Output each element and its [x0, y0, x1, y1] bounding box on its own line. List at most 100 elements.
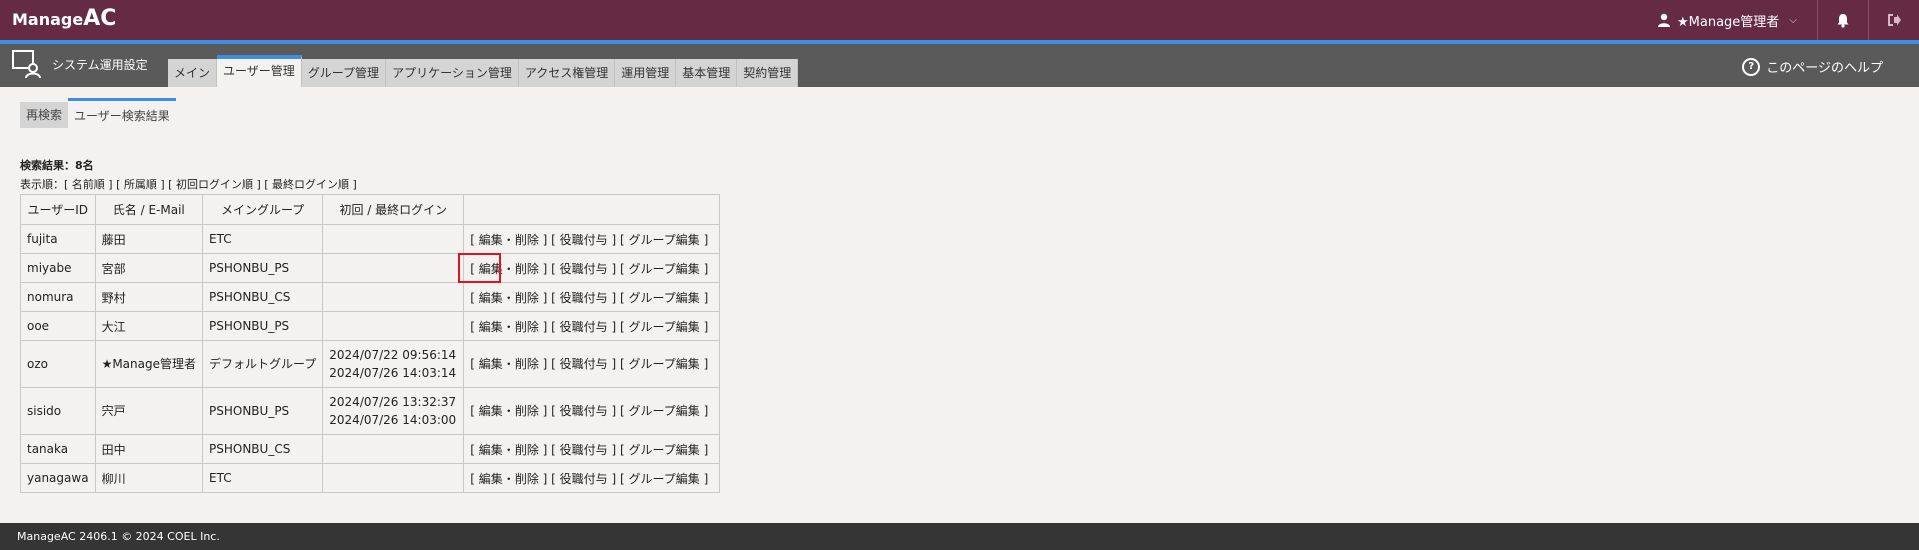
assign-role-link[interactable]: [ 役職付与 ] [551, 320, 616, 334]
tab-group-management[interactable]: グループ管理 [301, 59, 387, 87]
user-name: ★Manage管理者 [1677, 14, 1780, 30]
edit-link[interactable]: 編集 [479, 233, 503, 247]
edit-link[interactable]: 編集 [479, 357, 503, 371]
cell-main-group: PSHONBU_PS [201, 387, 324, 435]
last-login: 2024/07/26 14:03:14 [329, 366, 457, 380]
cell-actions: [ 編集・削除 ] [ 役職付与 ] [ グループ編集 ] [463, 224, 721, 254]
cell-user-id: ozo [20, 340, 96, 388]
edit-group-link[interactable]: [ グループ編集 ] [620, 472, 708, 486]
chevron-down-icon: ⌵ [1789, 14, 1797, 26]
edit-group-link[interactable]: [ グループ編集 ] [620, 357, 708, 371]
section-bar: システム運用設定 メイン ユーザー管理 グループ管理 アプリケーション管理 アク… [0, 44, 1919, 87]
tab-contract-management[interactable]: 契約管理 [737, 59, 799, 87]
bracket-open: [ [470, 261, 479, 276]
assign-role-link[interactable]: [ 役職付与 ] [551, 357, 616, 371]
assign-role-link[interactable]: [ 役職付与 ] [551, 404, 616, 418]
notification-button[interactable] [1818, 0, 1868, 40]
brand-logo[interactable]: ManageAC [12, 6, 116, 31]
cell-actions: [ 編集・削除 ] [ 役職付与 ] [ グループ編集 ] [463, 311, 721, 341]
table-row: tanaka 田中 PSHONBU_CS [ 編集・削除 ] [ 役職付与 ] [ グ… [20, 434, 721, 464]
sort-by-first-login-link[interactable]: [ 初回ログイン順 ] [168, 178, 261, 191]
edit-link[interactable]: 編集 [479, 472, 503, 486]
top-bar: ManageAC ★Manage管理者 ⌵ [0, 0, 1919, 40]
bracket-open: [ [470, 319, 479, 334]
bracket-close: ] [538, 319, 548, 334]
column-header-name-email: 氏名 / E-Mail [94, 194, 204, 225]
delete-link[interactable]: 削除 [515, 404, 539, 418]
cell-main-group: ETC [201, 224, 324, 254]
tab-main[interactable]: メイン [168, 59, 218, 87]
help-label: このページのヘルプ [1766, 61, 1883, 76]
assign-role-link[interactable]: [ 役職付与 ] [551, 262, 616, 276]
cell-name: 宮部 [94, 253, 204, 283]
tab-basic-management[interactable]: 基本管理 [676, 59, 738, 87]
tab-application-management[interactable]: アプリケーション管理 [386, 59, 519, 87]
cell-user-id: tanaka [20, 434, 96, 464]
main-tabs: メイン ユーザー管理 グループ管理 アプリケーション管理 アクセス権管理 運用管… [168, 55, 799, 87]
delete-link[interactable]: 削除 [515, 443, 539, 457]
cell-name: 大江 [94, 311, 204, 341]
table-row: nomura 野村 PSHONBU_CS [ 編集・削除 ] [ 役職付与 ] [ グ… [20, 282, 721, 312]
cell-main-group: PSHONBU_PS [201, 311, 324, 341]
table-header-row: ユーザーID 氏名 / E-Mail メイングループ 初回 / 最終ログイン [20, 194, 721, 225]
tab-search-results[interactable]: ユーザー検索結果 [68, 98, 176, 131]
edit-link[interactable]: 編集 [479, 291, 503, 305]
assign-role-link[interactable]: [ 役職付与 ] [551, 443, 616, 457]
table-row: ooe 大江 PSHONBU_PS [ 編集・削除 ] [ 役職付与 ] [ グループ… [20, 311, 721, 341]
logout-button[interactable] [1869, 0, 1919, 40]
separator-dot: ・ [502, 261, 515, 276]
edit-link[interactable]: 編集 [479, 404, 503, 418]
sort-by-group-link[interactable]: [ 所属順 ] [116, 178, 165, 191]
bracket-open: [ [470, 404, 479, 418]
edit-group-link[interactable]: [ グループ編集 ] [620, 404, 708, 418]
help-link[interactable]: ? このページのヘルプ [1742, 57, 1883, 76]
cell-user-id: miyabe [20, 253, 96, 283]
separator-dot: ・ [502, 404, 515, 418]
column-header-main-group: メイングループ [201, 194, 324, 225]
tab-research[interactable]: 再検索 [20, 102, 69, 128]
column-header-login: 初回 / 最終ログイン [322, 194, 465, 225]
assign-role-link[interactable]: [ 役職付与 ] [551, 233, 616, 247]
brand-text-manage: Manage [12, 10, 84, 29]
edit-link[interactable]: 編集 [479, 320, 503, 334]
sort-by-name-link[interactable]: [ 名前順 ] [64, 178, 113, 191]
bracket-close: ] [538, 261, 548, 276]
first-login: 2024/07/26 13:32:37 [329, 395, 457, 409]
cell-actions: [ 編集・削除 ] [ 役職付与 ] [ グループ編集 ] [463, 463, 721, 493]
delete-link[interactable]: 削除 [515, 472, 539, 486]
cell-main-group: ETC [201, 463, 324, 493]
column-header-actions [463, 194, 721, 225]
tab-user-management[interactable]: ユーザー管理 [217, 55, 302, 87]
tab-operation-management[interactable]: 運用管理 [615, 59, 677, 87]
edit-link[interactable]: 編集 [479, 262, 503, 276]
cell-name: 野村 [94, 282, 204, 312]
bracket-close: ] [538, 404, 548, 418]
sort-by-last-login-link[interactable]: [ 最終ログイン順 ] [264, 178, 357, 191]
assign-role-link[interactable]: [ 役職付与 ] [551, 472, 616, 486]
cell-user-id: sisido [20, 387, 96, 435]
delete-link[interactable]: 削除 [515, 262, 539, 276]
delete-link[interactable]: 削除 [515, 320, 539, 334]
edit-group-link[interactable]: [ グループ編集 ] [620, 262, 708, 276]
separator-dot: ・ [502, 357, 515, 371]
edit-group-link[interactable]: [ グループ編集 ] [620, 443, 708, 457]
delete-link[interactable]: 削除 [515, 233, 539, 247]
delete-link[interactable]: 削除 [515, 291, 539, 305]
cell-login [322, 253, 465, 283]
brand-text-ac: AC [83, 6, 117, 31]
assign-role-link[interactable]: [ 役職付与 ] [551, 291, 616, 305]
bracket-open: [ [470, 357, 479, 371]
delete-link[interactable]: 削除 [515, 357, 539, 371]
cell-actions: [ 編集・削除 ] [ 役職付与 ] [ グループ編集 ] [463, 282, 721, 312]
edit-group-link[interactable]: [ グループ編集 ] [620, 291, 708, 305]
cell-actions: [ 編集・削除 ] [ 役職付与 ] [ グループ編集 ] [463, 253, 721, 283]
tab-access-management[interactable]: アクセス権管理 [518, 59, 616, 87]
table-row: yanagawa 柳川 ETC [ 編集・削除 ] [ 役職付与 ] [ グループ編集… [20, 463, 721, 493]
edit-group-link[interactable]: [ グループ編集 ] [620, 320, 708, 334]
user-menu[interactable]: ★Manage管理者 ⌵ [1657, 0, 1817, 40]
edit-link[interactable]: 編集 [479, 443, 503, 457]
edit-group-link[interactable]: [ グループ編集 ] [620, 233, 708, 247]
cell-user-id: yanagawa [20, 463, 96, 493]
cell-main-group: PSHONBU_PS [201, 253, 324, 283]
cell-actions: [ 編集・削除 ] [ 役職付与 ] [ グループ編集 ] [463, 387, 721, 435]
